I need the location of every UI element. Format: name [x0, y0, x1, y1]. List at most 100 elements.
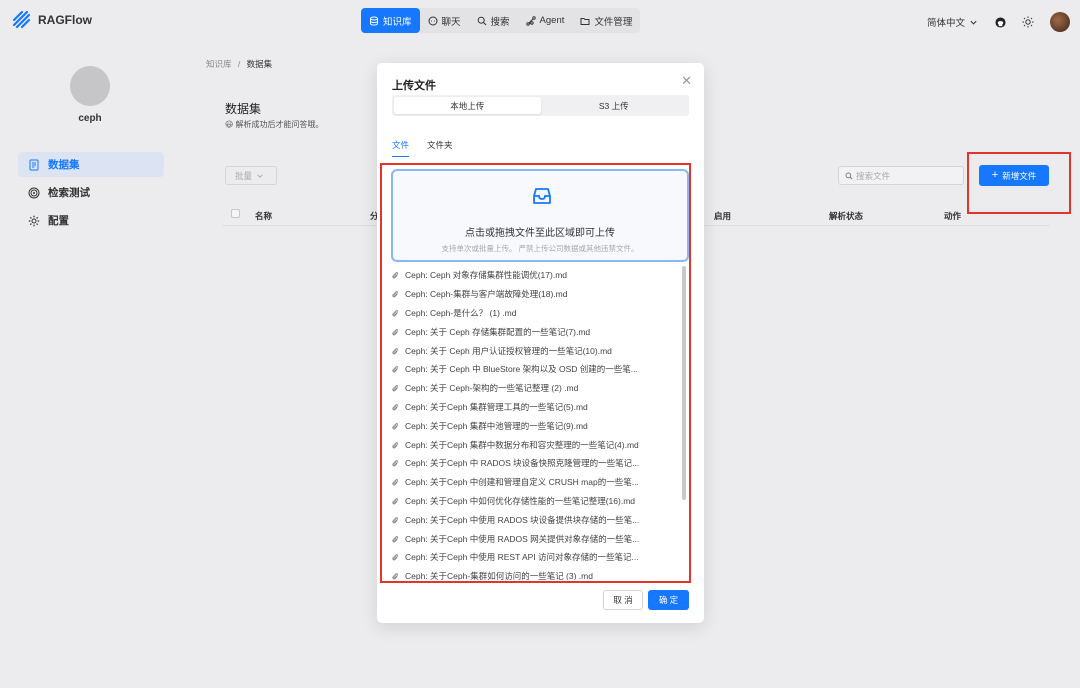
paperclip-icon	[392, 498, 399, 505]
upload-tabs: 文件 文件夹	[392, 139, 453, 157]
segment-s3-upload[interactable]: S3 上传	[541, 97, 688, 114]
file-list-item[interactable]: Ceph: 关于Ceph 中使用 RADOS 块设备提供块存储的一些笔...	[391, 510, 687, 529]
kb-avatar	[70, 66, 110, 106]
ragflow-logo-icon	[12, 10, 31, 29]
sun-icon[interactable]	[1022, 16, 1034, 28]
modal-title: 上传文件	[392, 80, 436, 92]
chevron-down-icon	[257, 173, 263, 178]
tab-folder[interactable]: 文件夹	[427, 139, 453, 157]
page-title: 数据集	[225, 102, 262, 116]
nav-label: 聊天	[441, 16, 461, 28]
paperclip-icon	[392, 479, 399, 486]
file-name: Ceph: 关于 Ceph 中 BlueStore 架构以及 OSD 创建的一些…	[405, 364, 638, 375]
nav-agent[interactable]: Agent	[518, 8, 573, 33]
file-list-item[interactable]: Ceph: Ceph 对象存储集群性能调优(17).md	[391, 266, 687, 285]
sidebar-item-label: 数据集	[48, 159, 80, 171]
sidebar-item-retrieval-test[interactable]: 检索测试	[18, 180, 164, 205]
paperclip-icon	[392, 554, 399, 561]
paperclip-icon	[392, 441, 399, 448]
nav-file-management[interactable]: 文件管理	[572, 8, 640, 33]
confirm-button[interactable]: 确 定	[648, 590, 689, 610]
file-list-item[interactable]: Ceph: 关于Ceph 中创建和管理自定义 CRUSH map的一些笔...	[391, 473, 687, 492]
breadcrumb-current: 数据集	[246, 59, 273, 69]
paperclip-icon	[392, 328, 399, 336]
agent-icon	[525, 15, 536, 26]
breadcrumb: 知识库 / 数据集	[206, 58, 272, 70]
nav-label: 知识库	[383, 16, 412, 28]
cancel-button[interactable]: 取 消	[603, 590, 643, 610]
file-name: Ceph: 关于Ceph-集群如何访问的一些笔记 (3) .md	[405, 571, 593, 580]
paperclip-icon	[392, 573, 399, 580]
paperclip-icon	[392, 535, 399, 542]
paperclip-icon	[392, 347, 399, 354]
paperclip-icon	[392, 310, 399, 317]
sidebar-item-label: 配置	[48, 215, 69, 227]
column-name: 名称	[255, 211, 273, 221]
language-select[interactable]: 简体中文	[927, 15, 978, 29]
logo[interactable]: RAGFlow	[12, 10, 92, 30]
file-list-item[interactable]: Ceph: 关于Ceph 集群中池管理的一些笔记(9).md	[391, 416, 687, 435]
breadcrumb-separator: /	[237, 59, 241, 69]
app-name: RAGFlow	[38, 13, 92, 27]
column-actions: 动作	[944, 211, 962, 221]
paperclip-icon	[392, 460, 399, 467]
file-list-item[interactable]: Ceph: 关于Ceph 中使用 RADOS 网关提供对象存储的一些笔...	[391, 529, 687, 548]
database-icon	[370, 16, 378, 25]
upload-source-segmented: 本地上传 S3 上传	[392, 95, 689, 116]
paperclip-icon	[392, 516, 399, 524]
github-icon[interactable]	[994, 16, 1006, 28]
file-list-item[interactable]: Ceph: 关于Ceph-集群如何访问的一些笔记 (3) .md	[391, 567, 687, 580]
select-all-checkbox[interactable]	[231, 209, 240, 218]
nav-label: Agent	[539, 15, 565, 26]
paperclip-icon	[392, 272, 399, 279]
inbox-icon	[533, 188, 551, 204]
nav-knowledge-base[interactable]: 知识库	[361, 8, 420, 33]
file-list-item[interactable]: Ceph: 关于 Ceph 中 BlueStore 架构以及 OSD 创建的一些…	[391, 360, 687, 379]
file-list-item[interactable]: Ceph: 关于 Ceph-架构的一些笔记整理 (2) .md	[391, 379, 687, 398]
file-name: Ceph: 关于 Ceph-架构的一些笔记整理 (2) .md	[405, 383, 579, 394]
chat-icon	[428, 16, 438, 25]
segment-local-upload[interactable]: 本地上传	[394, 97, 541, 114]
file-name: Ceph: 关于Ceph 集群管理工具的一些笔记(5).md	[405, 401, 588, 412]
file-list-item[interactable]: Ceph: 关于Ceph 中使用 REST API 访问对象存储的一些笔记...	[391, 548, 687, 567]
paperclip-icon	[392, 385, 399, 392]
file-name: Ceph: Ceph-是什么？ (1) .md	[405, 307, 517, 318]
search-input[interactable]: 搜索文件	[838, 166, 964, 185]
file-name: Ceph: 关于 Ceph 用户认证授权管理的一些笔记(10).md	[405, 345, 612, 356]
gear-icon	[28, 215, 40, 226]
file-list-item[interactable]: Ceph: 关于Ceph 集群中数据分布和容灾整理的一些笔记(4).md	[391, 435, 687, 454]
batch-dropdown[interactable]: 批量	[225, 166, 277, 185]
file-name: Ceph: Ceph 对象存储集群性能调优(17).md	[405, 270, 568, 281]
sidebar-item-config[interactable]: 配置	[18, 208, 164, 233]
folder-icon	[580, 17, 590, 25]
dropzone-text: 点击或拖拽文件至此区域即可上传	[465, 228, 615, 239]
nav-search[interactable]: 搜索	[469, 8, 518, 33]
tab-file[interactable]: 文件	[392, 139, 410, 157]
breadcrumb-root[interactable]: 知识库	[206, 59, 232, 69]
paperclip-icon	[392, 366, 399, 373]
file-list-scrollbar[interactable]	[682, 266, 686, 500]
sidebar-item-dataset[interactable]: 数据集	[18, 152, 164, 177]
nav-label: 文件管理	[594, 16, 633, 28]
main-nav: 知识库 聊天 搜索 Agent 文件管理	[361, 8, 641, 33]
file-list-item[interactable]: Ceph: Ceph-是什么？ (1) .md	[391, 304, 687, 323]
paperclip-icon	[392, 422, 399, 430]
file-list-item[interactable]: Ceph: 关于Ceph 中如何优化存储性能的一些笔记整理(16).md	[391, 492, 687, 511]
file-list-item[interactable]: Ceph: 关于Ceph 集群管理工具的一些笔记(5).md	[391, 398, 687, 417]
upload-dropzone[interactable]: 点击或拖拽文件至此区域即可上传 支持单次或批量上传。 严禁上传公司数据或其他违禁…	[391, 169, 689, 262]
header-right: 简体中文	[927, 12, 1070, 32]
file-name: Ceph: 关于Ceph 中如何优化存储性能的一些笔记整理(16).md	[405, 495, 636, 506]
page-subtitle: 😃 解析成功后才能问答哦。	[225, 120, 324, 129]
document-icon	[29, 159, 39, 170]
file-list-item[interactable]: Ceph: 关于 Ceph 存储集群配置的一些笔记(7).md	[391, 322, 687, 341]
nav-chat[interactable]: 聊天	[420, 8, 469, 33]
file-name: Ceph: 关于Ceph 集群中池管理的一些笔记(9).md	[405, 420, 588, 431]
paperclip-icon	[392, 404, 399, 411]
file-list-item[interactable]: Ceph: 关于Ceph 中 RADOS 块设备快照克隆管理的一些笔记...	[391, 454, 687, 473]
chevron-down-icon	[970, 20, 977, 25]
file-name: Ceph: 关于Ceph 中创建和管理自定义 CRUSH map的一些笔...	[405, 477, 639, 488]
file-list-item[interactable]: Ceph: 关于 Ceph 用户认证授权管理的一些笔记(10).md	[391, 341, 687, 360]
user-avatar[interactable]	[1050, 12, 1070, 32]
close-icon[interactable]: ✕	[681, 73, 692, 89]
file-list-item[interactable]: Ceph: Ceph-集群与客户端故障处理(18).md	[391, 285, 687, 304]
